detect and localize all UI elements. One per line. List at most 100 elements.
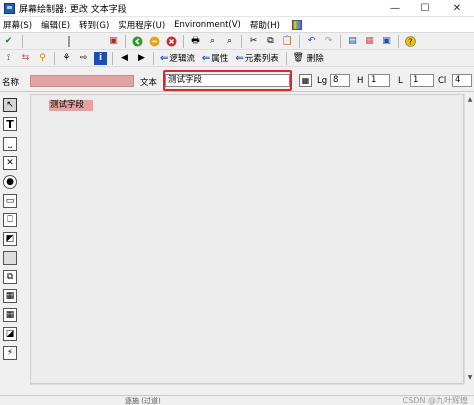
toolbar-separator [285, 51, 287, 65]
undo-icon[interactable]: ↶ [305, 35, 318, 48]
application-toolbar: ⟟ ⇆ ⚲ ⚘ ⇨ i ◀ ▶ ⇐ 逻辑流 ⇐ 属性 ⇐ 元素列表 🗑 删除 [0, 50, 474, 67]
l-field[interactable]: 1 [410, 74, 434, 87]
redo-icon[interactable]: ↷ [322, 35, 335, 48]
menu-goto[interactable]: 转到(G) [76, 19, 112, 31]
scroll-up-icon[interactable]: ▲ [466, 96, 474, 104]
layout-2-icon[interactable]: ▦ [363, 35, 376, 48]
cl-field[interactable]: 4 [452, 74, 472, 87]
radio-button-tool-icon[interactable]: ● [3, 175, 17, 189]
horizontal-scrollbar[interactable] [30, 384, 464, 394]
name-field[interactable] [30, 75, 134, 87]
logic-flow-button[interactable]: 逻辑流 [169, 52, 195, 64]
print-icon[interactable]: 🖶 [189, 35, 202, 48]
app-icon [4, 2, 15, 14]
svg-text:?: ? [408, 37, 412, 46]
toolbar-separator [54, 51, 55, 65]
screen-painter-window: 屏幕绘制器: 更改 文本字段 — ☐ ✕ 屏幕(S) 编辑(E) 转到(G) 实… [0, 0, 474, 405]
display-object-list-icon[interactable]: ⇨ [77, 52, 90, 65]
checkbox-tool-icon[interactable]: ✕ [3, 156, 17, 170]
menu-help[interactable]: 帮助(H) [247, 19, 283, 31]
pointer-icon[interactable]: ↖ [3, 98, 17, 112]
cancel-icon[interactable] [165, 35, 178, 48]
highlight-frame [163, 70, 292, 91]
toolbar-separator [22, 34, 23, 48]
text-field-tool-icon[interactable]: T [3, 117, 17, 131]
tabstrip-wizard-tool-icon[interactable]: ⧉ [3, 270, 17, 284]
status-bar: 逐施 (过道) CSDN @九叶辉煌 [0, 395, 474, 405]
title-bar: 屏幕绘制器: 更改 文本字段 — ☐ ✕ [0, 0, 474, 17]
canvas-text-field[interactable]: 测试字段 [49, 100, 93, 111]
command-field-icon[interactable] [28, 35, 70, 48]
close-button[interactable]: ✕ [440, 0, 474, 17]
lg-label: Lg [317, 76, 328, 86]
vertical-scrollbar[interactable]: ▲ ▼ [464, 94, 474, 384]
name-label: 名称 [2, 78, 20, 88]
menu-edit[interactable]: 编辑(E) [38, 19, 73, 31]
exit-icon[interactable] [148, 35, 161, 48]
menu-screen[interactable]: 屏幕(S) [0, 19, 35, 31]
element-palette: ↖ T ⎵ ✕ ● ▭ ⎕ ◩ ⧉ ▦ ▦ ◪ ⚡ [0, 95, 20, 395]
layout-1-icon[interactable]: ▤ [346, 35, 359, 48]
toolbar-separator [153, 51, 154, 65]
arrow-left-icon: ⇐ [235, 52, 244, 64]
h-field[interactable]: 1 [368, 74, 390, 87]
toolbar-separator [125, 34, 126, 48]
custom-control-tool-icon[interactable]: ◪ [3, 327, 17, 341]
where-used-icon[interactable]: ⚘ [60, 52, 73, 65]
toolbar-separator [398, 34, 399, 48]
trash-icon: 🗑 [292, 52, 304, 63]
menu-bar: 屏幕(S) 编辑(E) 转到(G) 实用程序(U) Environment(V)… [0, 17, 474, 33]
box-tool-icon[interactable]: ⎕ [3, 213, 17, 227]
check-icon[interactable]: ⟟ [2, 52, 15, 65]
save-icon[interactable]: ▣ [107, 35, 120, 48]
next-icon[interactable]: ▶ [135, 52, 148, 65]
arrow-left-icon: ⇐ [201, 52, 211, 64]
toolbar-separator [241, 34, 242, 48]
info-icon[interactable]: i [94, 51, 107, 65]
copy-icon[interactable]: ⧉ [264, 35, 277, 48]
standard-toolbar: ✔ ▣ 🖶 ⌕ ⌕ ✂ ⧉ 📋 ↶ ↷ ▤ ▦ ▣ ? [0, 33, 474, 50]
activate-icon[interactable]: ⇆ [19, 52, 32, 65]
cl-label: Cl [438, 76, 447, 86]
find-next-icon[interactable]: ⌕ [223, 35, 236, 48]
lg-field[interactable]: 8 [330, 74, 350, 87]
status-icon-tool-icon[interactable]: ⚡ [3, 346, 17, 360]
maximize-button[interactable]: ☐ [410, 0, 440, 17]
back-icon[interactable] [131, 35, 144, 48]
h-label: H [357, 76, 364, 86]
watermark: CSDN @九叶辉煌 [402, 396, 468, 405]
paste-icon[interactable]: 📋 [281, 35, 294, 48]
scroll-down-icon[interactable]: ▼ [466, 374, 474, 382]
test-icon[interactable]: ⚲ [36, 52, 49, 65]
delete-button[interactable]: 删除 [307, 52, 324, 64]
toolbar-separator [299, 34, 300, 48]
find-icon[interactable]: ⌕ [206, 35, 219, 48]
pushbutton-tool-icon[interactable]: ▭ [3, 194, 17, 208]
layout-3-icon[interactable]: ▣ [380, 35, 393, 48]
minimize-button[interactable]: — [380, 0, 410, 17]
toolbar-separator [183, 34, 184, 48]
cut-icon[interactable]: ✂ [247, 35, 260, 48]
arrow-left-icon: ⇐ [160, 52, 169, 64]
input-field-tool-icon[interactable]: ⎵ [3, 137, 17, 151]
tabstrip-tool-icon[interactable] [3, 251, 17, 265]
layout-canvas[interactable] [30, 94, 464, 384]
menu-utilities[interactable]: 实用程序(U) [115, 19, 168, 31]
menu-environment[interactable]: Environment(V) [171, 20, 244, 30]
element-list-button[interactable]: 元素列表 [245, 52, 279, 64]
table-control-tool-icon[interactable]: ▦ [3, 289, 17, 303]
l-label: L [398, 76, 403, 86]
text-label: 文本 [140, 78, 158, 88]
attributes-button[interactable]: 属性 [211, 52, 228, 64]
enter-icon[interactable]: ✔ [2, 35, 15, 48]
toolbar-separator [112, 51, 113, 65]
subscreen-tool-icon[interactable]: ◩ [3, 232, 17, 246]
table-wizard-tool-icon[interactable]: ▦ [3, 308, 17, 322]
window-title: 屏幕绘制器: 更改 文本字段 [19, 4, 127, 15]
dictionary-icon[interactable]: ▦ [299, 74, 312, 87]
help-icon[interactable]: ? [404, 35, 417, 48]
previous-icon[interactable]: ◀ [118, 52, 131, 65]
toolbar-separator [340, 34, 341, 48]
customize-layout-icon[interactable] [291, 19, 302, 30]
status-text: 逐施 (过道) [125, 397, 161, 405]
